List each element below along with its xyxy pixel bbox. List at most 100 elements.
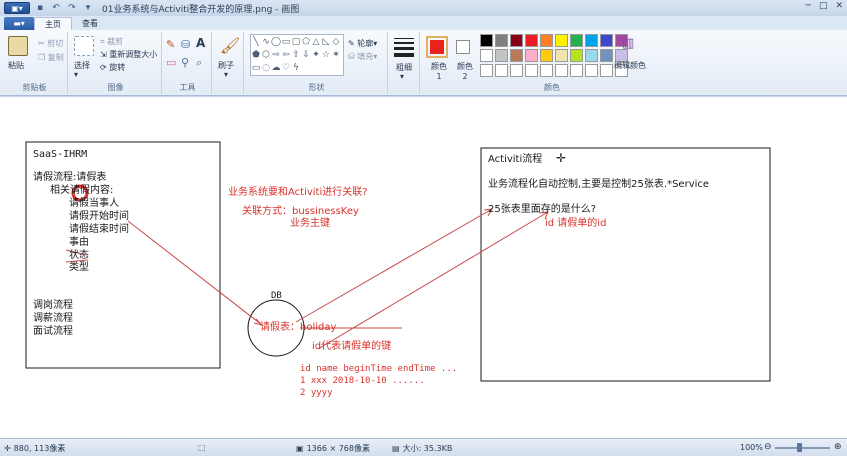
tab-home[interactable]: 主页: [34, 17, 72, 30]
heart-shape-icon[interactable]: ♡: [281, 61, 291, 74]
table-header: id name beginTime endTime ...: [300, 364, 458, 374]
palette-color-10[interactable]: [480, 49, 493, 62]
palette-color-21[interactable]: [495, 64, 508, 77]
rotate-button[interactable]: ⟳ 旋转: [100, 62, 125, 73]
undo-icon[interactable]: ↶: [50, 2, 62, 14]
palette-color-24[interactable]: [540, 64, 553, 77]
rectangle-shape-icon[interactable]: ▭: [281, 35, 291, 48]
db-label: DB: [271, 291, 282, 301]
shape-gallery[interactable]: ╲ ∿ ◯ ▭ ▢ ⬠ △ ◺ ◇ ⬟ ⬡ ⇨ ⇦ ⇧ ⇩ ✦ ☆ ✶ ▭ ◌ ☁ ♡ ϟ: [250, 34, 344, 76]
arrow-down-shape-icon[interactable]: ⇩: [301, 48, 311, 61]
right-triangle-shape-icon[interactable]: ◺: [321, 35, 331, 48]
palette-color-8[interactable]: [600, 34, 613, 47]
pentagon-shape-icon[interactable]: ⬟: [251, 48, 261, 61]
edit-colors-button[interactable]: 编辑颜色: [614, 60, 646, 71]
line-shape-icon[interactable]: ╲: [251, 35, 261, 48]
callout-oval-shape-icon[interactable]: ◌: [261, 61, 271, 74]
color-palette[interactable]: [480, 34, 628, 77]
palette-color-1[interactable]: [495, 34, 508, 47]
pencil-icon[interactable]: ✎: [166, 38, 175, 51]
tab-view[interactable]: 查看: [72, 17, 108, 30]
palette-color-13[interactable]: [525, 49, 538, 62]
zoom-out-button[interactable]: ⊖: [764, 442, 772, 452]
color2-button[interactable]: 颜色 2: [454, 62, 476, 82]
palette-color-20[interactable]: [480, 64, 493, 77]
minimize-button[interactable]: ─: [806, 1, 811, 11]
palette-color-27[interactable]: [585, 64, 598, 77]
star4-shape-icon[interactable]: ✦: [311, 48, 321, 61]
palette-color-3[interactable]: [525, 34, 538, 47]
brush-icon[interactable]: 🖌: [220, 36, 240, 55]
palette-color-4[interactable]: [540, 34, 553, 47]
palette-color-17[interactable]: [585, 49, 598, 62]
close-button[interactable]: ✕: [835, 1, 843, 11]
polygon-shape-icon[interactable]: ⬠: [301, 35, 311, 48]
canvas-scroll-area[interactable]: SaaS-IHRM 请假流程:请假表 相关请假内容: 请假当事人 请假开始时间 …: [0, 97, 847, 438]
palette-color-15[interactable]: [555, 49, 568, 62]
file-menu-icon: ▬: [13, 19, 21, 28]
arrow-right-shape-icon[interactable]: ⇨: [271, 48, 281, 61]
star5-shape-icon[interactable]: ☆: [321, 48, 331, 61]
palette-color-2[interactable]: [510, 34, 523, 47]
edit-colors-icon[interactable]: ▥: [622, 36, 634, 51]
zoom-slider-track[interactable]: [775, 447, 830, 449]
cut-button[interactable]: ✂ 剪切: [38, 38, 63, 49]
lightning-shape-icon[interactable]: ϟ: [291, 61, 301, 74]
hexagon-shape-icon[interactable]: ⬡: [261, 48, 271, 61]
palette-color-11[interactable]: [495, 49, 508, 62]
zoom-in-button[interactable]: ⊕: [834, 442, 842, 452]
resize-button[interactable]: ⇲ 重新调整大小: [100, 49, 157, 60]
palette-color-23[interactable]: [525, 64, 538, 77]
fill-bucket-icon[interactable]: ⛁: [181, 38, 190, 51]
curve-shape-icon[interactable]: ∿: [261, 35, 271, 48]
outline-button[interactable]: ✎ 轮廓▾: [348, 38, 377, 49]
drawing-canvas[interactable]: SaaS-IHRM 请假流程:请假表 相关请假内容: 请假当事人 请假开始时间 …: [0, 97, 847, 438]
color2-swatch[interactable]: [456, 40, 470, 54]
palette-color-22[interactable]: [510, 64, 523, 77]
arrow-left-shape-icon[interactable]: ⇦: [281, 48, 291, 61]
crop-button[interactable]: ⌗ 裁剪: [100, 36, 123, 47]
zoom-slider-thumb[interactable]: [797, 443, 802, 452]
magnifier-icon[interactable]: ⌕: [196, 56, 202, 70]
select-icon[interactable]: [74, 36, 94, 56]
diamond-shape-icon[interactable]: ◇: [331, 35, 341, 48]
paste-button[interactable]: 粘贴: [8, 60, 24, 71]
app-menu-icon[interactable]: ▣▾: [4, 2, 30, 14]
fill-button[interactable]: ⛁ 填充▾: [348, 51, 377, 62]
size-dropdown-icon[interactable]: ▾: [400, 72, 404, 81]
rounded-rect-shape-icon[interactable]: ▢: [291, 35, 301, 48]
left-line-4: 请假结束时间: [69, 224, 129, 235]
palette-color-0[interactable]: [480, 34, 493, 47]
file-menu-button[interactable]: ▬ ▾: [4, 17, 34, 30]
eraser-icon[interactable]: ▭: [166, 56, 176, 69]
maximize-button[interactable]: □: [819, 1, 828, 11]
palette-color-7[interactable]: [585, 34, 598, 47]
palette-color-5[interactable]: [555, 34, 568, 47]
color1-swatch[interactable]: [426, 36, 448, 58]
text-tool-icon[interactable]: A: [196, 36, 205, 50]
palette-color-18[interactable]: [600, 49, 613, 62]
palette-color-26[interactable]: [570, 64, 583, 77]
redo-icon[interactable]: ↷: [66, 2, 78, 14]
save-icon[interactable]: ▪: [34, 2, 46, 14]
palette-color-14[interactable]: [540, 49, 553, 62]
color-picker-icon[interactable]: ⚲: [181, 56, 189, 69]
callout-rect-shape-icon[interactable]: ▭: [251, 61, 261, 74]
line-width-icon[interactable]: [394, 38, 414, 60]
brushes-dropdown-icon[interactable]: ▾: [224, 70, 228, 79]
palette-color-25[interactable]: [555, 64, 568, 77]
palette-color-12[interactable]: [510, 49, 523, 62]
palette-color-28[interactable]: [600, 64, 613, 77]
palette-color-16[interactable]: [570, 49, 583, 62]
oval-shape-icon[interactable]: ◯: [271, 35, 281, 48]
palette-color-6[interactable]: [570, 34, 583, 47]
star6-shape-icon[interactable]: ✶: [331, 48, 341, 61]
arrow-up-shape-icon[interactable]: ⇧: [291, 48, 301, 61]
callout-cloud-shape-icon[interactable]: ☁: [271, 61, 281, 74]
copy-button[interactable]: ❐ 复制: [38, 52, 64, 63]
chevron-down-icon[interactable]: ▾: [82, 2, 94, 14]
select-dropdown-icon[interactable]: ▾: [74, 70, 78, 79]
color1-button[interactable]: 颜色 1: [428, 62, 450, 82]
paste-icon[interactable]: [8, 36, 28, 56]
triangle-shape-icon[interactable]: △: [311, 35, 321, 48]
